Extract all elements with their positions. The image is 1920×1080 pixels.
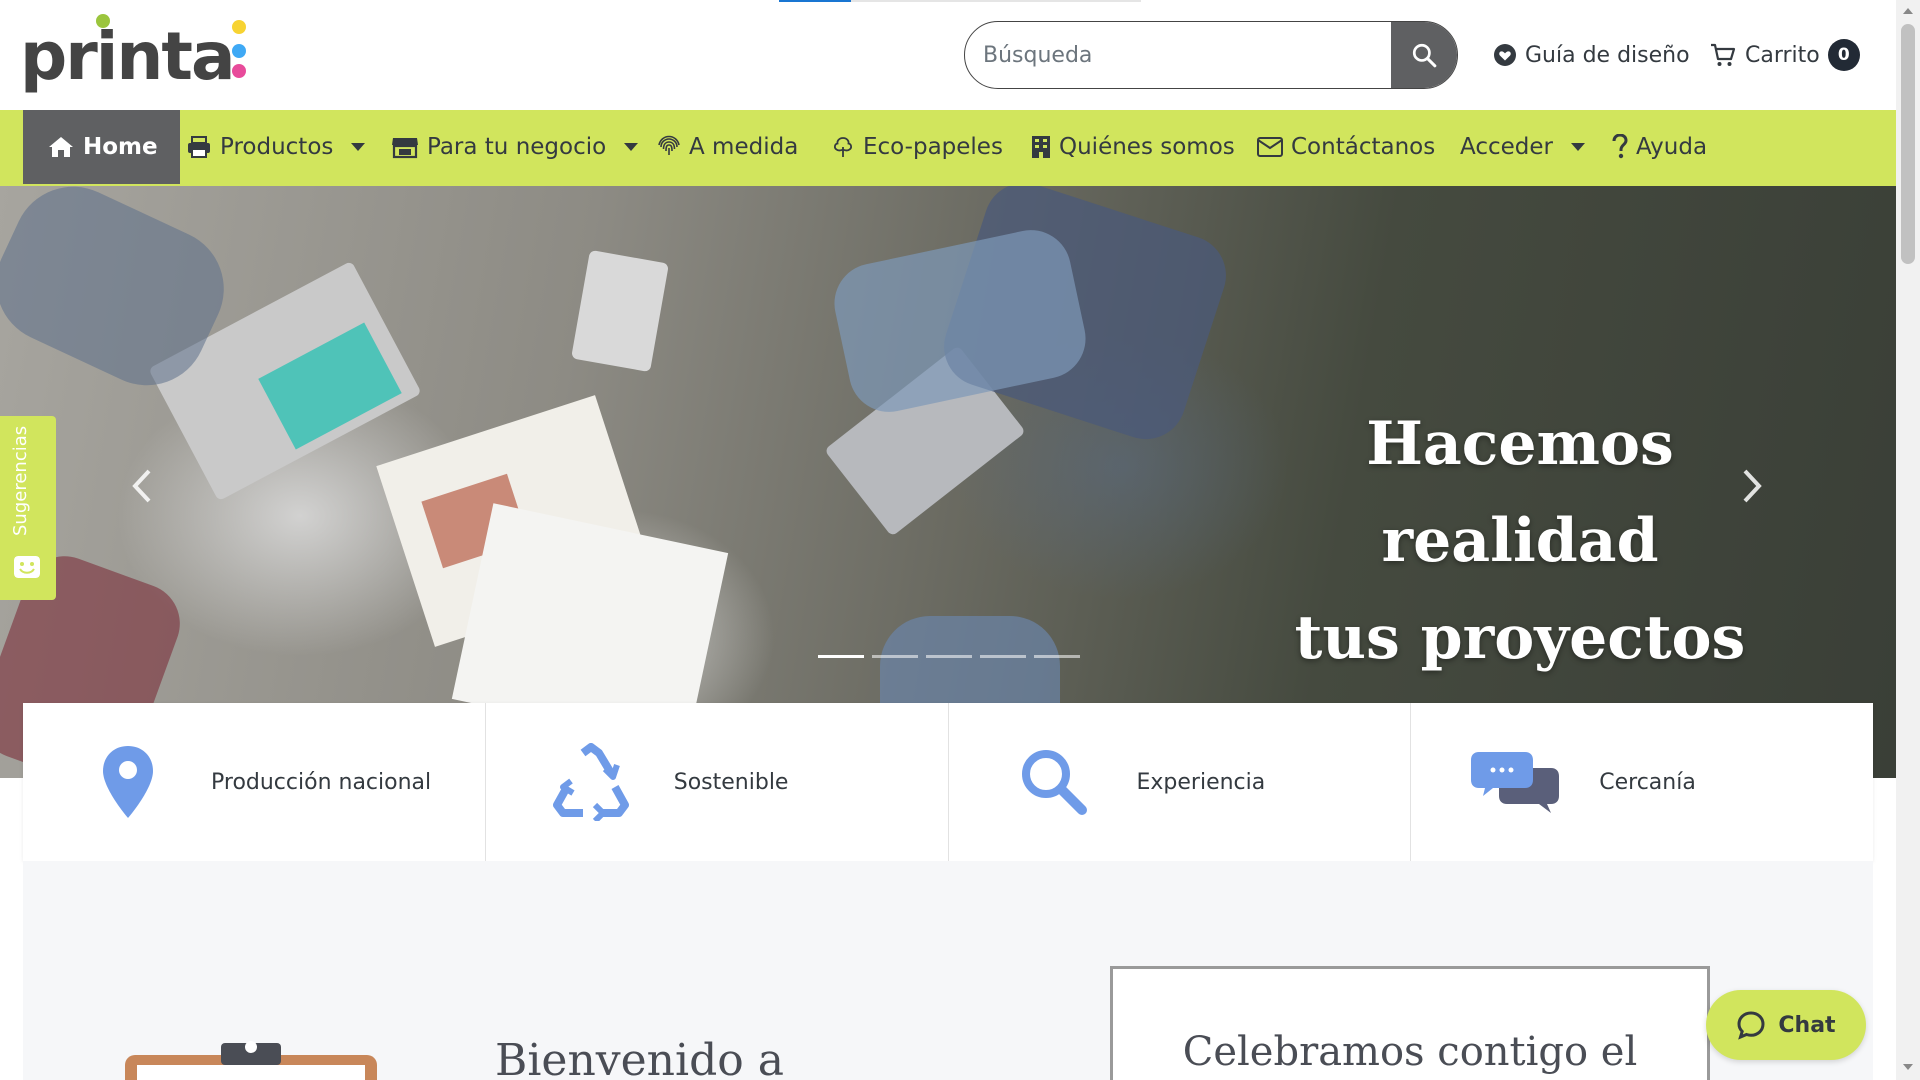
- features-strip: Producción nacional Sostenible Experienc…: [23, 703, 1873, 861]
- feature-label: Experiencia: [1136, 769, 1266, 795]
- main-navbar: Home Productos Para tu negocio A medida …: [0, 110, 1896, 186]
- page-scrollbar[interactable]: [1896, 0, 1920, 1080]
- feature-cercania: Cercanía: [1411, 703, 1873, 861]
- cart-icon: [1711, 43, 1736, 66]
- feature-experiencia: Experiencia: [949, 703, 1412, 861]
- nav-item-productos[interactable]: Productos: [186, 110, 366, 184]
- cart-label: Carrito: [1745, 42, 1820, 68]
- chat-bubble-icon: [1737, 1011, 1765, 1040]
- feature-sostenible: Sostenible: [486, 703, 949, 861]
- nav-item-quienes-somos[interactable]: Quiénes somos: [1031, 110, 1235, 184]
- nav-label-ayuda: Ayuda: [1636, 134, 1708, 160]
- home-icon: [49, 137, 73, 157]
- nav-label-acceder: Acceder: [1460, 134, 1553, 160]
- feature-label: Producción nacional: [211, 769, 432, 795]
- feature-produccion-nacional: Producción nacional: [23, 703, 486, 861]
- logo-text: printa: [20, 18, 235, 95]
- feature-label: Sostenible: [673, 769, 789, 795]
- recycle-icon: [552, 743, 629, 821]
- printer-icon: [188, 136, 210, 158]
- scroll-up-icon[interactable]: [1903, 8, 1913, 14]
- carousel-indicators: [818, 655, 1080, 658]
- celebrate-box: Celebramos contigo el: [1110, 966, 1710, 1080]
- hero-carousel: Hacemos realidad tus proyectos: [0, 186, 1896, 778]
- smile-icon: [14, 556, 40, 578]
- logo-dot-yellow: [232, 20, 246, 34]
- welcome-section: Bienvenido a Celebramos contigo el: [23, 861, 1873, 1080]
- clipboard-illustration: [125, 1041, 377, 1080]
- nav-label-productos: Productos: [220, 134, 334, 160]
- search-input[interactable]: [965, 22, 1393, 88]
- carousel-indicator[interactable]: [980, 655, 1026, 658]
- page-load-progress: [779, 0, 1141, 2]
- chevron-down-icon: [351, 143, 366, 151]
- nav-label-contactanos: Contáctanos: [1291, 134, 1436, 160]
- building-icon: [1032, 136, 1050, 158]
- magnifier-icon: [1021, 750, 1087, 815]
- chevron-down-icon: [1570, 143, 1585, 151]
- search-icon: [1412, 43, 1437, 68]
- scrollbar-thumb[interactable]: [1901, 24, 1915, 264]
- nav-item-acceder[interactable]: Acceder: [1460, 110, 1585, 184]
- printa-logo[interactable]: printa: [20, 14, 252, 94]
- logo-dot-pink: [232, 64, 246, 78]
- nav-label-home: Home: [83, 134, 158, 160]
- search-box: [964, 21, 1458, 89]
- hero-title: Hacemos realidad tus proyectos: [1220, 396, 1820, 687]
- chevron-right-icon: [1743, 469, 1762, 503]
- nav-label-para-tu-negocio: Para tu negocio: [427, 134, 607, 160]
- nav-item-eco-papeles[interactable]: Eco-papeles: [831, 110, 1003, 184]
- carousel-indicator[interactable]: [872, 655, 918, 658]
- nav-item-contactanos[interactable]: Contáctanos: [1257, 110, 1435, 184]
- scroll-down-icon[interactable]: [1903, 1064, 1913, 1070]
- heart-icon: [1494, 44, 1516, 66]
- nav-item-ayuda[interactable]: Ayuda: [1612, 110, 1707, 184]
- celebrate-heading: Celebramos contigo el: [1182, 1029, 1638, 1075]
- feature-label: Cercanía: [1599, 769, 1696, 795]
- welcome-heading: Bienvenido a: [495, 1035, 784, 1080]
- logo-dot-blue: [232, 44, 246, 58]
- tree-icon: [834, 137, 852, 157]
- chat-label: Chat: [1778, 1012, 1836, 1038]
- carousel-next-button[interactable]: [1722, 456, 1782, 516]
- design-guide-label: Guía de diseño: [1525, 42, 1690, 68]
- chat-bubbles-icon: [1471, 752, 1560, 813]
- carousel-prev-button[interactable]: [112, 456, 172, 516]
- search-button[interactable]: [1391, 22, 1457, 88]
- suggestions-tab[interactable]: Sugerencias: [0, 416, 56, 600]
- envelope-icon: [1257, 137, 1283, 157]
- site-header: printa Guía de diseño Carrito 0: [0, 0, 1896, 110]
- carousel-indicator[interactable]: [818, 655, 864, 658]
- nav-item-home[interactable]: Home: [23, 110, 180, 184]
- suggestions-label: Sugerencias: [10, 425, 31, 536]
- cart-count-badge: 0: [1827, 39, 1860, 71]
- map-pin-icon: [103, 746, 153, 818]
- design-guide-link[interactable]: Guía de diseño: [1493, 38, 1690, 72]
- carousel-indicator[interactable]: [1034, 655, 1080, 658]
- nav-label-a-medida: A medida: [689, 134, 799, 160]
- store-icon: [392, 138, 418, 159]
- nav-label-eco-papeles: Eco-papeles: [863, 134, 1003, 160]
- carousel-indicator[interactable]: [926, 655, 972, 658]
- nav-item-a-medida[interactable]: A medida: [657, 110, 798, 184]
- logo-dot-green: [96, 14, 110, 28]
- chevron-down-icon: [624, 143, 639, 151]
- nav-label-quienes-somos: Quiénes somos: [1059, 134, 1235, 160]
- nav-item-para-tu-negocio[interactable]: Para tu negocio: [391, 110, 639, 184]
- cart-link[interactable]: Carrito 0: [1709, 38, 1860, 72]
- hero-title-line-2: tus proyectos: [1294, 603, 1746, 673]
- fingerprint-icon: [658, 135, 680, 155]
- question-icon: [1612, 134, 1628, 159]
- chevron-left-icon: [132, 469, 151, 503]
- chat-button[interactable]: Chat: [1706, 990, 1866, 1060]
